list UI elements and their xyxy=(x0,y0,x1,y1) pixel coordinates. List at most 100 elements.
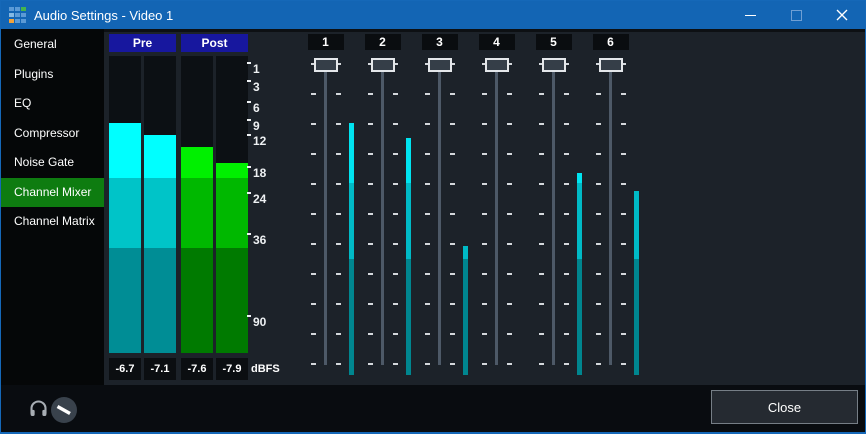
meter-bar-segment xyxy=(181,147,213,178)
channel-fader-track[interactable] xyxy=(609,67,612,365)
fader-tick xyxy=(450,303,455,305)
fader-tick xyxy=(450,183,455,185)
scale-label: 36 xyxy=(253,232,266,248)
fader-tick xyxy=(425,333,430,335)
fader-tick xyxy=(368,303,373,305)
channel-fader-handle[interactable] xyxy=(371,58,395,72)
fader-tick xyxy=(336,243,341,245)
fader-tick xyxy=(311,303,316,305)
fader-tick xyxy=(368,153,373,155)
fader-tick xyxy=(539,93,544,95)
channel-meter-segment xyxy=(463,246,468,259)
sidebar-item-channel-matrix[interactable]: Channel Matrix xyxy=(1,207,104,237)
sidebar-item-plugins[interactable]: Plugins xyxy=(1,60,104,90)
fader-tick xyxy=(482,303,487,305)
channel-fader-track[interactable] xyxy=(552,67,555,365)
channel-fader-track[interactable] xyxy=(495,67,498,365)
close-window-button[interactable] xyxy=(819,1,865,29)
fader-tick xyxy=(564,123,569,125)
fader-tick xyxy=(621,213,626,215)
meter-bar-segment xyxy=(181,178,213,248)
fader-tick xyxy=(564,183,569,185)
fader-tick xyxy=(450,213,455,215)
minimize-button[interactable] xyxy=(727,1,773,29)
fader-tick xyxy=(596,213,601,215)
channel-meter-segment xyxy=(463,259,468,375)
channel-meter-segment xyxy=(349,183,354,259)
channel-fader-track[interactable] xyxy=(381,67,384,365)
channel-fader-track[interactable] xyxy=(324,67,327,365)
fader-tick xyxy=(425,273,430,275)
channel-meter-segment xyxy=(634,191,639,259)
meter-group-post-header: Post xyxy=(181,34,248,52)
scale-tick xyxy=(247,119,251,121)
headphones-icon xyxy=(28,398,49,419)
fader-tick xyxy=(482,333,487,335)
fader-tick xyxy=(336,183,341,185)
fader-tick xyxy=(368,273,373,275)
fader-tick xyxy=(596,333,601,335)
fader-tick xyxy=(596,363,601,365)
fader-tick xyxy=(539,303,544,305)
fader-tick xyxy=(450,333,455,335)
close-button[interactable]: Close xyxy=(711,390,858,424)
fader-tick xyxy=(564,363,569,365)
channel-fader-handle[interactable] xyxy=(314,58,338,72)
channel-fader-handle[interactable] xyxy=(485,58,509,72)
scale-label: 3 xyxy=(253,79,260,95)
channel-fader-handle[interactable] xyxy=(542,58,566,72)
fader-tick xyxy=(507,93,512,95)
fader-tick xyxy=(564,303,569,305)
fader-tick xyxy=(393,363,398,365)
scale-label: 90 xyxy=(253,314,266,330)
meter-bar-segment xyxy=(216,163,248,178)
meter-bar-segment xyxy=(144,248,176,353)
fader-tick xyxy=(425,213,430,215)
channel-header: 3 xyxy=(422,34,458,50)
sidebar-item-channel-mixer[interactable]: Channel Mixer xyxy=(1,178,104,208)
fader-tick xyxy=(507,213,512,215)
fader-tick xyxy=(393,123,398,125)
fader-tick xyxy=(393,183,398,185)
fader-tick xyxy=(425,123,430,125)
scale-label: 12 xyxy=(253,133,266,149)
meter-readout: -7.1 xyxy=(144,358,176,380)
scale-tick xyxy=(247,62,251,64)
fader-tick xyxy=(425,183,430,185)
scale-tick xyxy=(247,192,251,194)
fader-tick xyxy=(596,153,601,155)
fader-tick xyxy=(482,123,487,125)
scale-tick xyxy=(247,166,251,168)
fader-tick xyxy=(336,153,341,155)
title-bar: Audio Settings - Video 1 xyxy=(1,1,865,29)
meter-bar-segment xyxy=(109,178,141,248)
sidebar-item-noise-gate[interactable]: Noise Gate xyxy=(1,148,104,178)
fader-tick xyxy=(336,333,341,335)
channel-header: 2 xyxy=(365,34,401,50)
meter-bar-segment xyxy=(144,135,176,178)
maximize-icon xyxy=(791,10,802,21)
fader-tick xyxy=(507,333,512,335)
fader-tick xyxy=(539,243,544,245)
sidebar-item-eq[interactable]: EQ xyxy=(1,89,104,119)
channel-fader-track[interactable] xyxy=(438,67,441,365)
meter-readout: -7.6 xyxy=(181,358,213,380)
fader-tick xyxy=(368,123,373,125)
fader-tick xyxy=(336,363,341,365)
sidebar-item-compressor[interactable]: Compressor xyxy=(1,119,104,149)
fader-tick xyxy=(539,153,544,155)
fader-tick xyxy=(621,93,626,95)
maximize-button xyxy=(773,1,819,29)
channel-fader-handle[interactable] xyxy=(599,58,623,72)
fader-tick xyxy=(482,243,487,245)
sidebar-item-general[interactable]: General xyxy=(1,30,104,60)
app-logo-icon xyxy=(9,7,26,24)
fader-tick xyxy=(425,243,430,245)
headphone-volume-knob[interactable] xyxy=(50,396,78,424)
fader-tick xyxy=(564,153,569,155)
fader-tick xyxy=(368,213,373,215)
meter-bar-segment xyxy=(144,178,176,248)
fader-tick xyxy=(336,273,341,275)
fader-tick xyxy=(368,333,373,335)
channel-fader-handle[interactable] xyxy=(428,58,452,72)
